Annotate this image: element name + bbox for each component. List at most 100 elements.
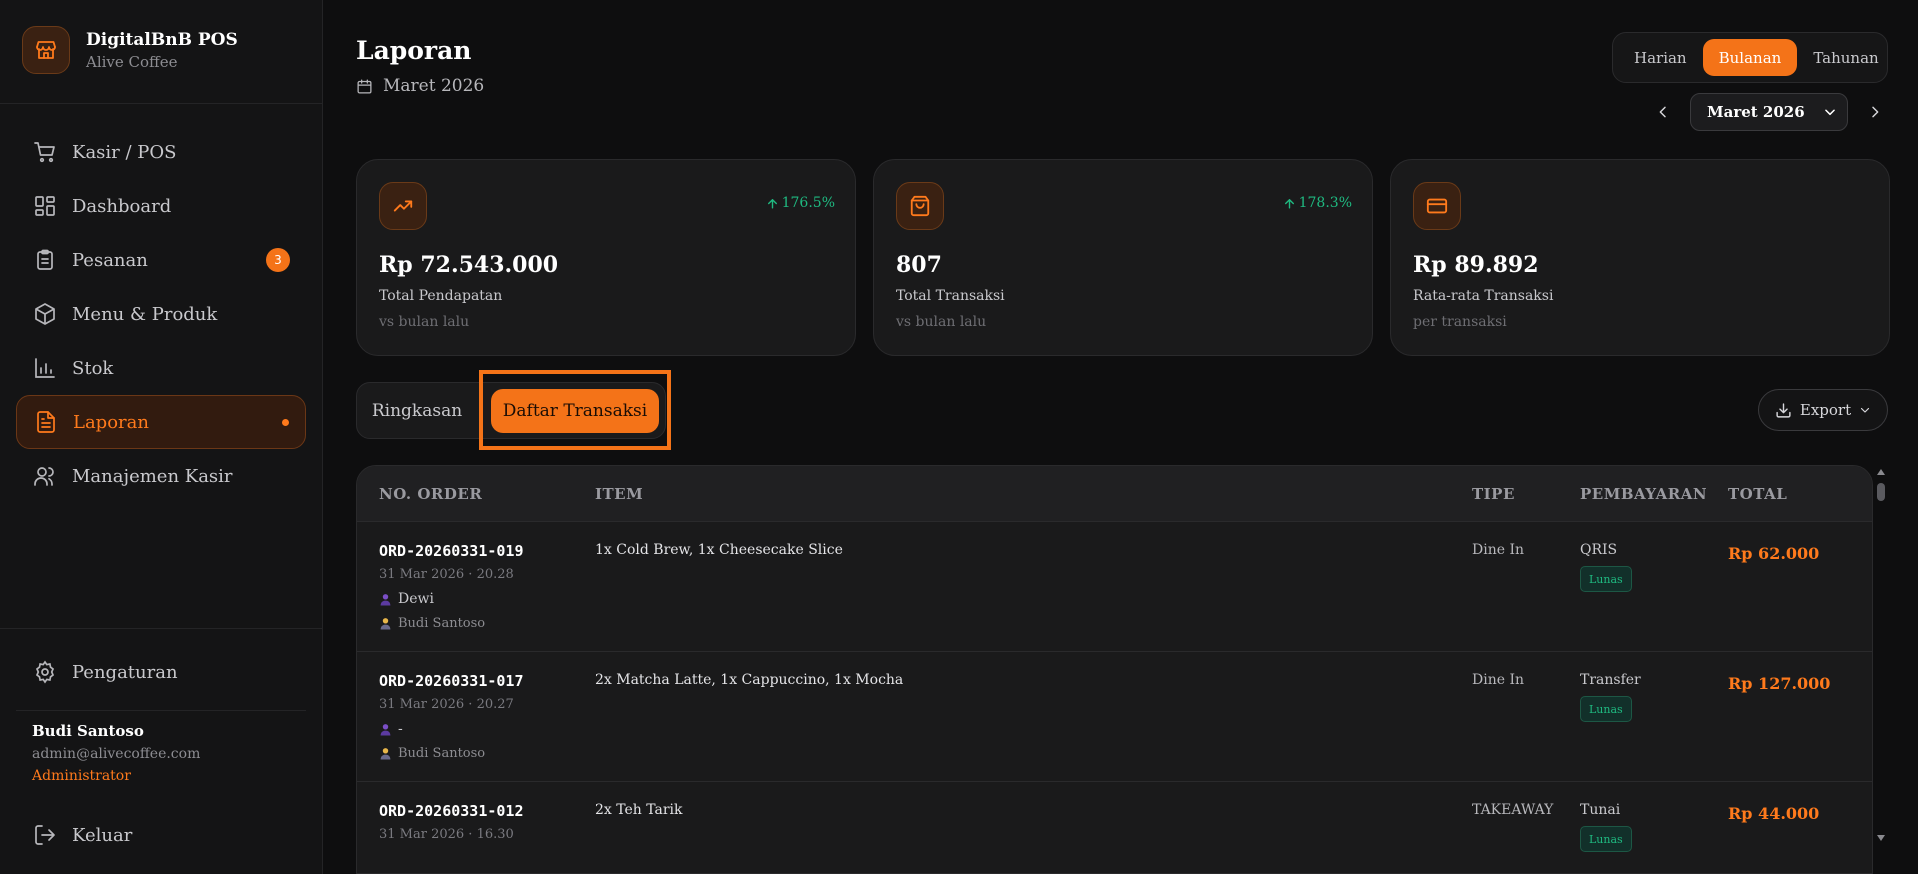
page-date-text: Maret 2026 <box>383 76 485 96</box>
payment-method: Tunai <box>1580 802 1621 818</box>
status-badge: Lunas <box>1580 566 1632 592</box>
month-select[interactable]: Maret 2026 <box>1690 93 1848 131</box>
sidebar-item-label: Dashboard <box>72 195 172 217</box>
sidebar-item-menu-produk[interactable]: Menu & Produk <box>16 287 306 341</box>
customer-icon <box>379 723 392 736</box>
box-icon <box>32 301 58 327</box>
settings-button[interactable]: Pengaturan <box>16 645 306 699</box>
sidebar: DigitalBnB POS Alive Coffee Kasir / POS … <box>0 0 323 874</box>
stat-subtext: vs bulan lalu <box>896 314 987 330</box>
stat-card-transactions: 178.3% 807 Total Transaksi vs bulan lalu <box>873 159 1373 356</box>
month-navigator: Maret 2026 <box>1650 93 1888 131</box>
notification-badge: 3 <box>266 248 290 272</box>
brand[interactable]: DigitalBnB POS Alive Coffee <box>22 26 238 74</box>
period-harian-button[interactable]: Harian <box>1618 39 1703 76</box>
table-row[interactable]: ORD-20260331-012 31 Mar 2026 · 16.30 2x … <box>357 782 1872 873</box>
column-header-order[interactable]: NO. ORDER <box>379 485 482 503</box>
chevron-down-icon <box>1859 404 1871 416</box>
chevron-down-icon <box>1825 109 1835 116</box>
sidebar-item-stok[interactable]: Stok <box>16 341 306 395</box>
status-badge: Lunas <box>1580 826 1632 852</box>
user-name: Budi Santoso <box>32 722 144 740</box>
table-row[interactable]: ORD-20260331-017 31 Mar 2026 · 20.27 - B… <box>357 652 1872 782</box>
table-header: NO. ORDER ITEM TIPE PEMBAYARAN TOTAL <box>357 466 1872 522</box>
store-icon <box>22 26 70 74</box>
stat-subtext: vs bulan lalu <box>379 314 470 330</box>
payment-method: Transfer <box>1580 672 1641 688</box>
sidebar-item-pesanan[interactable]: Pesanan 3 <box>16 233 306 287</box>
sidebar-item-kasir[interactable]: Kasir / POS <box>16 125 306 179</box>
stats-row: 176.5% Rp 72.543.000 Total Pendapatan vs… <box>356 159 1890 356</box>
stat-label: Total Pendapatan <box>379 288 503 304</box>
sidebar-item-laporan[interactable]: Laporan <box>16 395 306 449</box>
trending-up-icon <box>379 182 427 230</box>
logout-button[interactable]: Keluar <box>16 808 306 862</box>
dashboard-icon <box>32 193 58 219</box>
shopping-bag-icon <box>896 182 944 230</box>
cashier-name: Budi Santoso <box>398 746 486 761</box>
order-type: Dine In <box>1472 672 1525 688</box>
payment-method: QRIS <box>1580 542 1618 558</box>
cart-icon <box>32 139 58 165</box>
scroll-thumb[interactable] <box>1877 483 1885 501</box>
cashier-icon <box>379 617 392 630</box>
table-scrollbar[interactable] <box>1876 465 1886 874</box>
order-total: Rp 44.000 <box>1728 804 1820 823</box>
user-email: admin@alivecoffee.com <box>32 746 201 762</box>
logout-icon <box>32 822 58 848</box>
order-type: Dine In <box>1472 542 1525 558</box>
settings-label: Pengaturan <box>72 661 178 683</box>
order-time: 31 Mar 2026 · 20.28 <box>379 567 514 582</box>
stat-label: Rata-rata Transaksi <box>1413 288 1554 304</box>
tab-ringkasan[interactable]: Ringkasan <box>367 389 467 433</box>
stat-value: 807 <box>896 252 942 278</box>
calendar-icon <box>356 78 373 95</box>
divider <box>0 628 323 629</box>
user-profile: Budi Santoso admin@alivecoffee.com Admin… <box>32 722 200 784</box>
sidebar-item-manajemen-kasir[interactable]: Manajemen Kasir <box>16 449 306 503</box>
order-time: 31 Mar 2026 · 20.27 <box>379 697 514 712</box>
stat-card-average: Rp 89.892 Rata-rata Transaksi per transa… <box>1390 159 1890 356</box>
user-role: Administrator <box>32 768 131 784</box>
order-items: 1x Cold Brew, 1x Cheesecake Slice <box>595 542 843 558</box>
order-items: 2x Matcha Latte, 1x Cappuccino, 1x Mocha <box>595 672 904 688</box>
export-label: Export <box>1799 401 1852 419</box>
month-select-value: Maret 2026 <box>1707 103 1805 121</box>
order-cashier: Budi Santoso <box>379 746 485 761</box>
selection-highlight <box>479 370 671 450</box>
gear-icon <box>32 659 58 685</box>
period-bulanan-button[interactable]: Bulanan <box>1702 39 1798 76</box>
next-month-button[interactable] <box>1862 99 1888 125</box>
clipboard-icon <box>32 247 58 273</box>
brand-subtitle: Alive Coffee <box>86 52 178 71</box>
sidebar-item-dashboard[interactable]: Dashboard <box>16 179 306 233</box>
scroll-up-icon[interactable] <box>1877 469 1885 475</box>
order-total: Rp 127.000 <box>1728 674 1831 693</box>
table-row[interactable]: ORD-20260331-019 31 Mar 2026 · 20.28 Dew… <box>357 522 1872 652</box>
page-date: Maret 2026 <box>356 76 484 96</box>
customer-icon <box>379 593 392 606</box>
export-button[interactable]: Export <box>1758 389 1888 431</box>
order-customer: Dewi <box>379 591 434 607</box>
sidebar-item-label: Stok <box>72 357 114 379</box>
previous-month-button[interactable] <box>1650 99 1676 125</box>
stat-value: Rp 89.892 <box>1413 252 1539 278</box>
logout-label: Keluar <box>72 824 133 846</box>
scroll-down-icon[interactable] <box>1877 835 1885 841</box>
column-header-payment[interactable]: PEMBAYARAN <box>1580 485 1707 503</box>
stat-card-revenue: 176.5% Rp 72.543.000 Total Pendapatan vs… <box>356 159 856 356</box>
sidebar-item-label: Laporan <box>73 411 149 433</box>
sidebar-item-label: Menu & Produk <box>72 303 218 325</box>
order-customer: - <box>379 721 403 737</box>
period-tahunan-button[interactable]: Tahunan <box>1797 39 1894 76</box>
stat-subtext: per transaksi <box>1413 314 1507 330</box>
column-header-total[interactable]: TOTAL <box>1728 485 1787 503</box>
bar-chart-icon <box>32 355 58 381</box>
arrow-up-icon <box>1284 198 1294 209</box>
column-header-type[interactable]: TIPE <box>1472 485 1515 503</box>
chevron-right-icon <box>1872 106 1879 118</box>
page-title: Laporan <box>356 36 472 65</box>
column-header-item[interactable]: ITEM <box>595 485 643 503</box>
order-cashier: Budi Santoso <box>379 616 485 631</box>
download-icon <box>1775 402 1792 419</box>
